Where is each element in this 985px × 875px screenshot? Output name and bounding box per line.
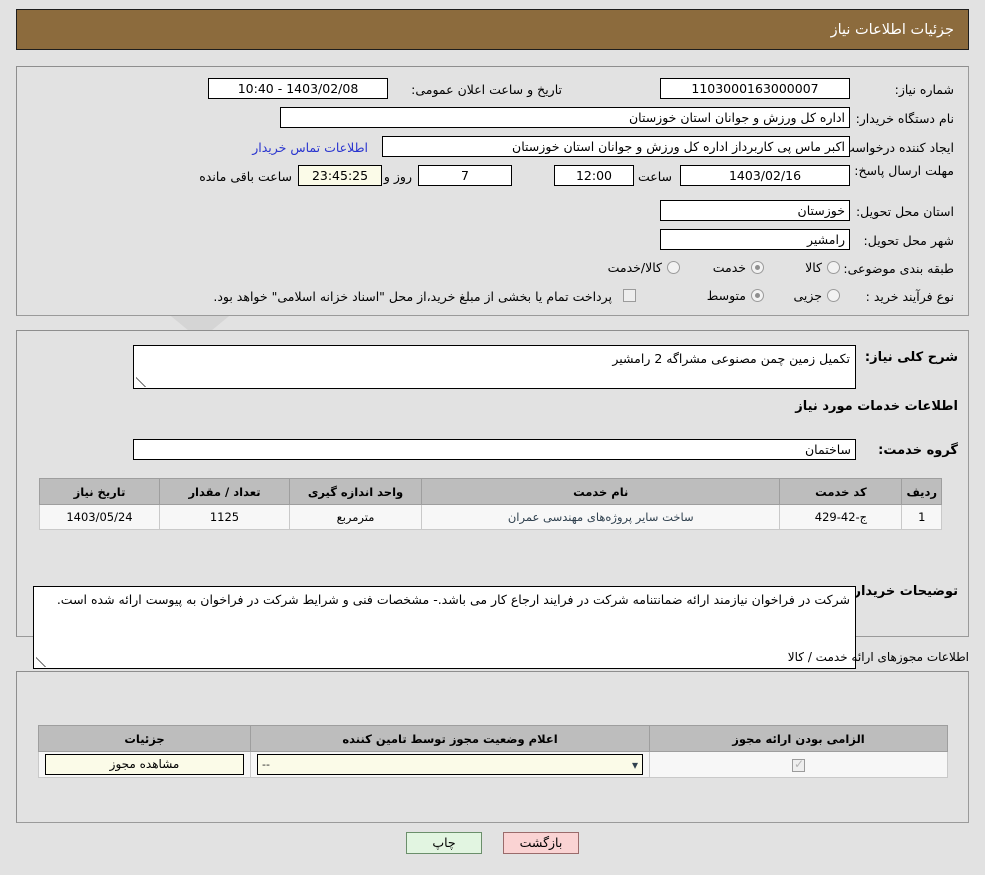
need-details-panel: شرح کلی نیاز: تکمیل زمین چمن مصنوعی مشرا… [16, 330, 969, 669]
licenses-table-header-row: الزامی بودن ارائه مجوز اعلام وضعیت مجوز … [38, 725, 948, 752]
remaining-days-label: روز و [383, 169, 412, 184]
th-unit: واحد اندازه گیری [289, 478, 422, 505]
cell-name: ساخت سایر پروژه‌های مهندسی عمران [420, 504, 781, 530]
services-table: ردیف کد خدمت نام خدمت واحد اندازه گیری ت… [39, 478, 942, 530]
radio-option-service[interactable]: خدمت [713, 260, 764, 275]
radio-medium-label: متوسط [706, 288, 746, 303]
remaining-hours-label: ساعت باقی مانده [199, 169, 292, 184]
service-group-value: ساختمان [133, 439, 856, 460]
table-row: 1 ج-42-429 ساخت سایر پروژه‌های مهندسی عم… [39, 504, 942, 530]
service-group-label: گروه خدمت: [878, 443, 958, 458]
th-row: ردیف [901, 478, 942, 505]
delivery-province-label: استان محل تحویل: [855, 204, 954, 219]
th-qty: تعداد / مقدار [159, 478, 290, 505]
cell-unit: مترمربع [289, 504, 422, 530]
radio-option-medium[interactable]: متوسط [707, 288, 764, 303]
countdown-timer-value: 23:45:25 [298, 165, 382, 186]
table-row: ▾ -- مشاهده مجوز [38, 751, 948, 778]
radio-goods-label: کالا [805, 260, 822, 275]
buyer-org-label: نام دستگاه خریدار: [855, 111, 954, 126]
license-required-checkbox-icon [792, 757, 805, 772]
page-title: جزئیات اطلاعات نیاز [830, 21, 954, 38]
islamic-treasury-checkbox[interactable] [623, 288, 636, 302]
need-summary-textarea[interactable]: تکمیل زمین چمن مصنوعی مشراگه 2 رامشیر [133, 345, 856, 389]
cell-license-status: ▾ -- [250, 751, 650, 778]
radio-option-goods[interactable]: کالا [805, 260, 840, 275]
deadline-hour-label: ساعت [637, 169, 672, 184]
page-root: AnaTender.net جزئیات اطلاعات نیاز شماره … [0, 0, 985, 875]
radio-goods-service-label: کالا/خدمت [607, 260, 662, 275]
need-info-panel: شماره نیاز: 1103000163000007 تاریخ و ساع… [16, 66, 969, 316]
deadline-time-value: 12:00 [554, 165, 634, 186]
buyer-notes-value: شرکت در فراخوان نیازمند ارائه ضمانتنامه … [56, 592, 850, 607]
request-creator-value: اکبر ماس پی کاربرداز اداره کل ورزش و جوا… [382, 136, 850, 157]
need-summary-label: شرح کلی نیاز: [864, 350, 958, 365]
cell-license-details: مشاهده مجوز [38, 751, 251, 778]
cell-date: 1403/05/24 [39, 504, 160, 530]
license-status-select[interactable]: ▾ -- [257, 754, 643, 775]
announce-datetime-label: تاریخ و ساعت اعلان عمومی: [411, 82, 562, 97]
services-section-title: اطلاعات خدمات مورد نیاز [795, 399, 958, 414]
buyer-notes-label: توضیحات خریدار: [848, 584, 958, 599]
buyer-org-value: اداره کل ورزش و جوانان استان خوزستان [280, 107, 850, 128]
view-license-button[interactable]: مشاهده مجوز [45, 754, 244, 775]
delivery-city-value: رامشیر [660, 229, 850, 250]
resize-grip-icon[interactable] [36, 657, 46, 667]
delivery-province-value: خوزستان [660, 200, 850, 221]
licenses-table: الزامی بودن ارائه مجوز اعلام وضعیت مجوز … [38, 725, 948, 778]
licenses-section-title: اطلاعات مجوزهای ارائه خدمت / کالا [787, 650, 969, 664]
footer-button-row: بازگشت چاپ [0, 832, 985, 854]
announce-datetime-value: 1403/02/08 - 10:40 [208, 78, 388, 99]
need-number-label: شماره نیاز: [894, 82, 954, 97]
radio-goods-icon[interactable] [827, 261, 840, 274]
th-date: تاریخ نیاز [39, 478, 160, 505]
checkbox-icon[interactable] [623, 289, 636, 302]
radio-minor-label: جزیی [793, 288, 822, 303]
deadline-date-value: 1403/02/16 [680, 165, 850, 186]
licenses-table-wrapper: الزامی بودن ارائه مجوز اعلام وضعیت مجوز … [38, 725, 948, 778]
radio-service-label: خدمت [712, 260, 746, 275]
delivery-city-label: شهر محل تحویل: [863, 233, 954, 248]
radio-option-minor[interactable]: جزیی [793, 288, 840, 303]
radio-service-icon[interactable] [751, 261, 764, 274]
purchase-process-label: نوع فرآیند خرید : [865, 289, 954, 304]
resize-grip-icon[interactable] [136, 377, 146, 387]
cell-qty: 1125 [159, 504, 290, 530]
license-status-value: -- [262, 758, 270, 771]
print-button[interactable]: چاپ [406, 832, 482, 854]
th-code: کد خدمت [779, 478, 903, 505]
th-name: نام خدمت [420, 478, 781, 505]
th-license-required: الزامی بودن ارائه مجوز [649, 725, 948, 752]
cell-license-required [649, 751, 948, 778]
subject-category-label: طبقه بندی موضوعی: [843, 261, 954, 276]
buyer-contact-link[interactable]: اطلاعات تماس خریدار [252, 140, 368, 155]
radio-goods-service-icon[interactable] [667, 261, 680, 274]
radio-minor-icon[interactable] [827, 289, 840, 302]
remaining-days-value: 7 [418, 165, 512, 186]
services-table-wrapper: ردیف کد خدمت نام خدمت واحد اندازه گیری ت… [39, 478, 942, 530]
licenses-panel: الزامی بودن ارائه مجوز اعلام وضعیت مجوز … [16, 671, 969, 823]
th-license-details: جزئیات [38, 725, 251, 752]
services-table-header-row: ردیف کد خدمت نام خدمت واحد اندازه گیری ت… [39, 478, 942, 505]
chevron-down-icon[interactable]: ▾ [632, 758, 638, 772]
cell-row: 1 [901, 504, 942, 530]
window-title-bar: جزئیات اطلاعات نیاز [16, 9, 969, 50]
buyer-notes-textarea[interactable]: شرکت در فراخوان نیازمند ارائه ضمانتنامه … [33, 586, 856, 669]
need-number-value: 1103000163000007 [660, 78, 850, 99]
radio-medium-icon[interactable] [751, 289, 764, 302]
islamic-treasury-note: پرداخت تمام یا بخشی از مبلغ خرید،از محل … [213, 289, 612, 304]
radio-option-goods-service[interactable]: کالا/خدمت [608, 260, 680, 275]
response-deadline-label: مهلت ارسال پاسخ: تا تاریخ: [809, 163, 954, 178]
need-summary-value: تکمیل زمین چمن مصنوعی مشراگه 2 رامشیر [612, 351, 850, 366]
request-creator-label: ایجاد کننده درخواست: [838, 140, 954, 155]
th-license-status: اعلام وضعیت مجوز توسط تامین کننده [250, 725, 650, 752]
back-button[interactable]: بازگشت [503, 832, 579, 854]
cell-code: ج-42-429 [779, 504, 903, 530]
